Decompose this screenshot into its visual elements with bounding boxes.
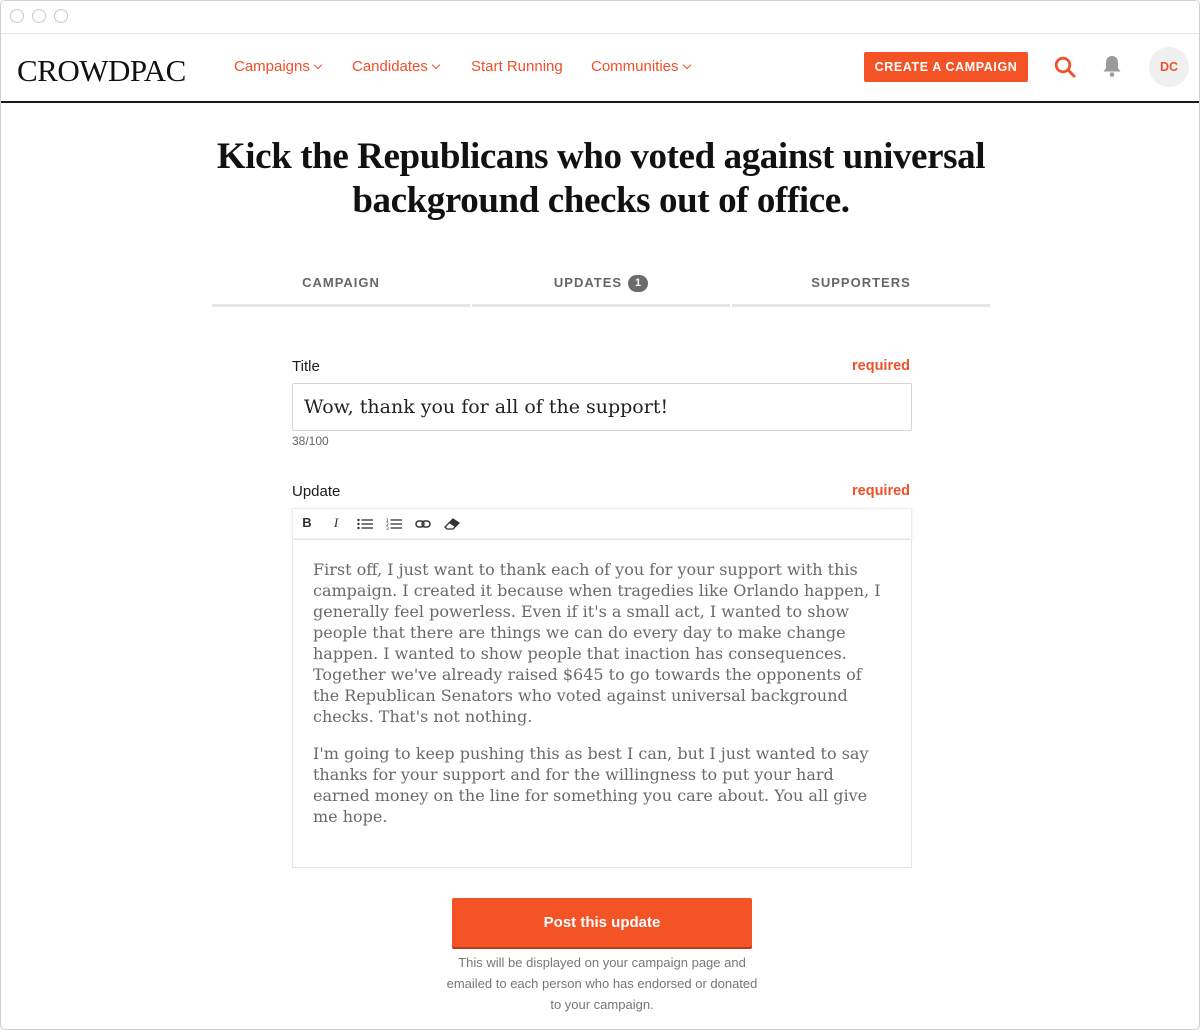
tab-updates[interactable]: UPDATES 1 bbox=[472, 271, 730, 307]
bulleted-list-icon[interactable] bbox=[351, 509, 379, 537]
eraser-icon[interactable] bbox=[438, 509, 466, 537]
window-zoom-button[interactable] bbox=[54, 9, 68, 23]
italic-icon[interactable]: I bbox=[322, 509, 350, 537]
tab-campaign[interactable]: CAMPAIGN bbox=[212, 271, 470, 307]
svg-text:3: 3 bbox=[386, 526, 389, 530]
title-required-indicator: required bbox=[852, 358, 911, 374]
link-icon[interactable] bbox=[409, 509, 437, 537]
create-campaign-button[interactable]: CREATE A CAMPAIGN bbox=[864, 52, 1028, 82]
avatar[interactable]: DC bbox=[1149, 47, 1189, 87]
site-logo[interactable]: CROWDPAC bbox=[17, 53, 186, 89]
nav-start-running-label: Start Running bbox=[471, 58, 563, 75]
chevron-down-icon bbox=[682, 60, 691, 70]
update-paragraph: First off, I just want to thank each of … bbox=[313, 560, 881, 726]
nav-communities[interactable]: Communities bbox=[591, 58, 691, 75]
post-update-note: This will be displayed on your campaign … bbox=[446, 955, 758, 1012]
nav-campaigns[interactable]: Campaigns bbox=[234, 58, 323, 75]
bold-icon[interactable]: B bbox=[293, 509, 321, 537]
title-input[interactable] bbox=[292, 383, 912, 431]
search-icon[interactable] bbox=[1054, 56, 1076, 78]
nav-communities-label: Communities bbox=[591, 58, 679, 75]
top-navbar: CROWDPAC Campaigns Candidates Start Runn… bbox=[1, 34, 1199, 103]
browser-window: CROWDPAC Campaigns Candidates Start Runn… bbox=[0, 0, 1200, 1030]
tab-updates-label: UPDATES bbox=[553, 275, 623, 290]
update-label: Update bbox=[292, 483, 341, 500]
updates-count-badge: 1 bbox=[628, 275, 649, 292]
chevron-down-icon bbox=[431, 60, 441, 70]
page-title: Kick the Republicans who voted against u… bbox=[216, 136, 986, 221]
chevron-down-icon bbox=[313, 60, 323, 70]
window-close-button[interactable] bbox=[10, 9, 24, 23]
window-chrome bbox=[1, 1, 1199, 34]
post-update-button[interactable]: Post this update bbox=[452, 898, 752, 947]
nav-candidates-label: Candidates bbox=[352, 58, 428, 75]
bell-icon[interactable] bbox=[1101, 54, 1123, 78]
update-required-indicator: required bbox=[852, 483, 911, 499]
tab-supporters[interactable]: SUPPORTERS bbox=[732, 271, 990, 307]
title-character-counter: 38/100 bbox=[292, 434, 329, 448]
numbered-list-icon[interactable]: 1 2 3 bbox=[380, 509, 408, 537]
nav-start-running[interactable]: Start Running bbox=[471, 58, 563, 75]
campaign-tabs: CAMPAIGN UPDATES 1 SUPPORTERS bbox=[212, 271, 990, 307]
window-minimize-button[interactable] bbox=[32, 9, 46, 23]
tab-supporters-label: SUPPORTERS bbox=[811, 275, 911, 290]
tab-campaign-label: CAMPAIGN bbox=[302, 275, 380, 290]
nav-campaigns-label: Campaigns bbox=[234, 58, 310, 75]
update-paragraph: I'm going to keep pushing this as best I… bbox=[313, 744, 869, 826]
editor-toolbar: B I 1 2 3 bbox=[292, 508, 912, 538]
update-editor[interactable]: First off, I just want to thank each of … bbox=[292, 539, 912, 868]
nav-candidates[interactable]: Candidates bbox=[352, 58, 441, 75]
title-label: Title bbox=[292, 358, 320, 375]
